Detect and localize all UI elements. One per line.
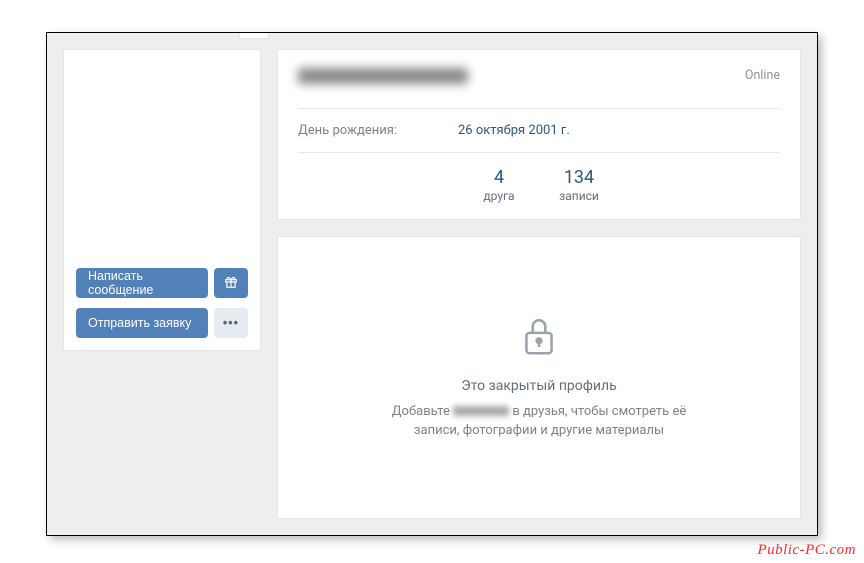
stat-posts[interactable]: 134 записи [549,167,609,203]
posts-label: записи [549,189,609,203]
profile-main: Online День рождения: 26 октября 2001 г.… [277,49,801,519]
more-actions-button[interactable]: ••• [214,308,248,338]
private-profile-card: Это закрытый профиль Добавьте в друзья, … [277,236,801,519]
private-description: Добавьте в друзья, чтобы смотреть её зап… [369,402,709,441]
header-top: Online [298,68,780,84]
watermark: Public-PC.com [757,542,856,559]
avatar-card: Написать сообщение [63,49,261,351]
friends-label: друга [469,189,529,203]
gift-icon [224,275,238,292]
profile-sidebar: Написать сообщение [63,49,261,519]
stat-friends[interactable]: 4 друга [469,167,529,203]
request-row: Отправить заявку ••• [76,308,248,338]
send-gift-button[interactable] [214,268,248,298]
friends-count: 4 [469,167,529,189]
write-message-button[interactable]: Написать сообщение [76,268,208,298]
profile-header-card: Online День рождения: 26 октября 2001 г.… [277,49,801,220]
send-request-label: Отправить заявку [88,316,191,330]
stats-row: 4 друга 134 записи [298,152,780,219]
message-row: Написать сообщение [76,268,248,298]
more-icon: ••• [223,316,239,330]
online-status: Online [745,68,780,83]
posts-count: 134 [549,167,609,189]
private-name-blurred [453,406,509,416]
private-desc-prefix: Добавьте [392,404,453,419]
profile-name-blurred [298,68,468,84]
app-window: Написать сообщение [46,32,818,536]
birthday-row: День рождения: 26 октября 2001 г. [298,109,780,152]
birthday-value[interactable]: 26 октября 2001 г. [458,123,570,138]
avatar-placeholder[interactable] [76,62,250,258]
birthday-label: День рождения: [298,123,458,138]
write-message-label: Написать сообщение [88,269,196,297]
send-request-button[interactable]: Отправить заявку [76,308,208,338]
tab-notch [239,32,269,39]
private-title: Это закрытый профиль [461,378,616,394]
lock-icon [519,314,559,362]
